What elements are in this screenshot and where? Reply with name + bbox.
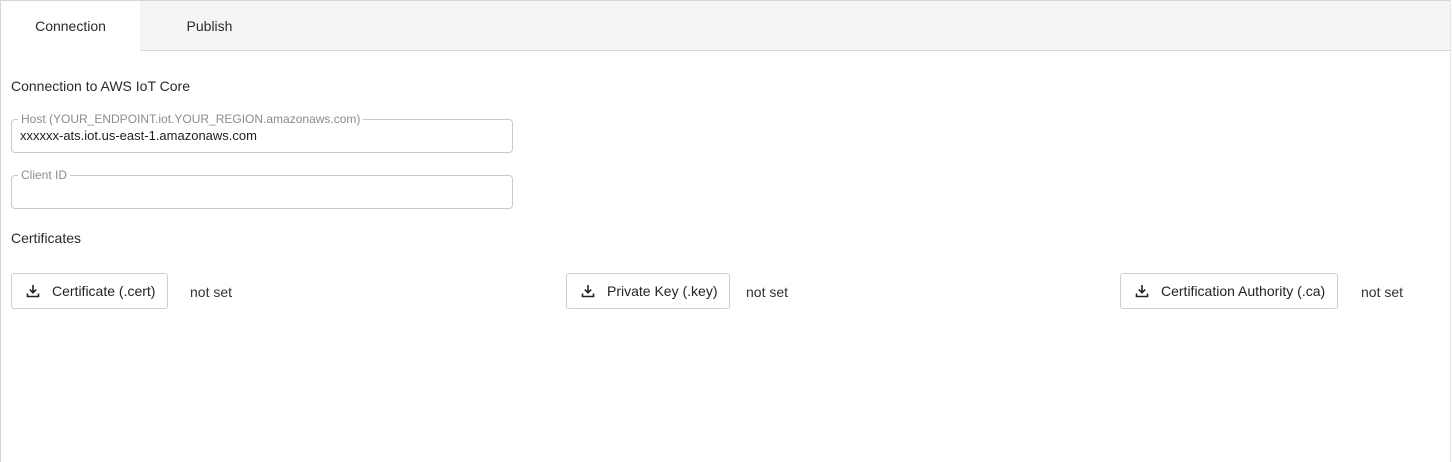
client-id-input[interactable] [20,184,500,199]
certificate-status: not set [190,284,233,300]
client-id-field-label: Client ID [18,168,71,182]
tab-publish[interactable]: Publish [140,1,279,50]
connection-panel: Connection Publish Connection to AWS IoT… [0,0,1451,462]
download-icon [1135,285,1149,298]
private-key-status: not set [746,284,789,300]
host-input[interactable] [20,128,500,143]
certificates-section-title: Certificates [11,230,82,246]
certificate-upload-label: Certificate (.cert) [52,283,156,299]
host-field-label: Host (YOUR_ENDPOINT.iot.YOUR_REGION.amaz… [18,112,364,126]
tab-bar: Connection Publish [1,1,1450,51]
certification-authority-upload-button[interactable]: Certification Authority (.ca) [1120,273,1339,309]
host-field[interactable]: Host (YOUR_ENDPOINT.iot.YOUR_REGION.amaz… [11,112,513,153]
download-icon [581,285,595,298]
connection-section-title: Connection to AWS IoT Core [11,78,190,94]
download-icon [26,285,40,298]
certification-authority-status: not set [1361,284,1404,300]
tab-connection[interactable]: Connection [1,1,140,51]
certification-authority-upload-label: Certification Authority (.ca) [1161,283,1326,299]
private-key-upload-button[interactable]: Private Key (.key) [566,273,731,309]
private-key-upload-label: Private Key (.key) [607,283,718,299]
client-id-field[interactable]: Client ID [11,168,513,209]
certificate-upload-button[interactable]: Certificate (.cert) [11,273,169,309]
